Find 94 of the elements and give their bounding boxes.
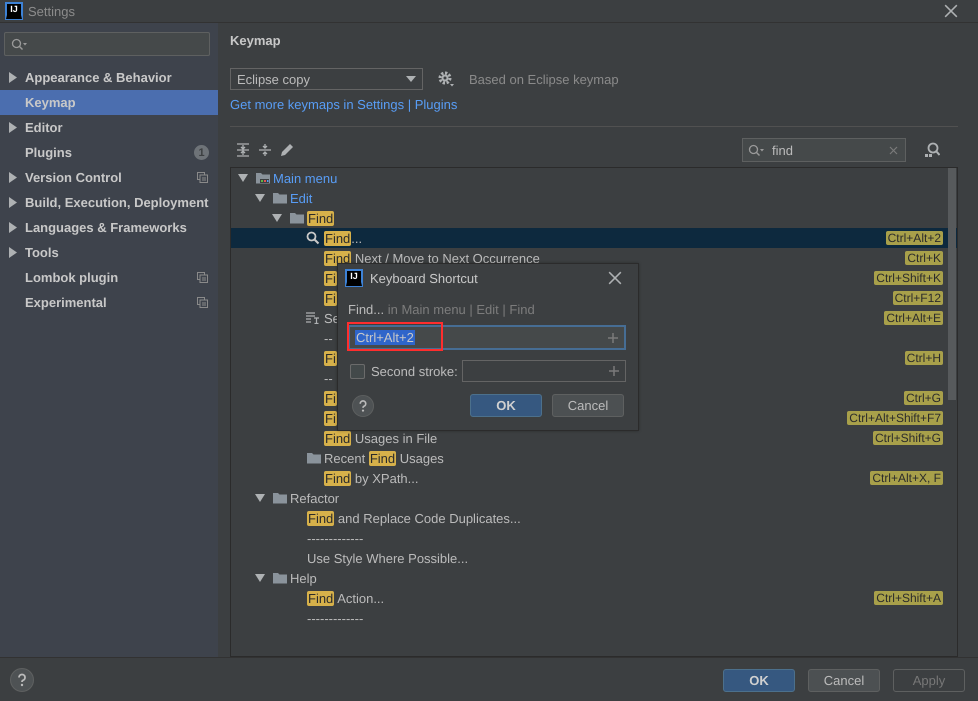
scrollbar[interactable] [948, 168, 956, 400]
cancel-button[interactable]: Cancel [552, 394, 624, 417]
plus-icon[interactable] [609, 366, 619, 376]
dialog-title: Keyboard Shortcut [370, 270, 478, 286]
sidebar-item[interactable]: Appearance & Behavior [0, 65, 218, 90]
sidebar-item[interactable]: Build, Execution, Deployment [0, 190, 218, 215]
action-label: Help [290, 570, 317, 586]
text-lines-icon [306, 312, 320, 324]
footer-button[interactable]: OK [723, 668, 795, 692]
app-logo: IJ [6, 3, 22, 19]
action-label: Find and Replace Code Duplicates... [307, 510, 521, 526]
checkbox-label: Second stroke: [371, 364, 458, 378]
plugins-link[interactable]: Get more keymaps in Settings | Plugins [230, 97, 458, 112]
shortcut-label: Ctrl+Shift+G [872, 431, 943, 445]
sidebar-item[interactable]: Tools [0, 240, 218, 265]
search-icon [11, 38, 27, 50]
expanded-arrow-icon[interactable] [255, 573, 265, 583]
window-title: Settings [28, 4, 75, 18]
action-label: ------------- [307, 530, 364, 546]
shortcut-label: Ctrl+Alt+E [884, 311, 943, 325]
shortcut-label: Ctrl+H [904, 351, 943, 365]
sidebar-item[interactable]: Lombok plugin [0, 265, 218, 290]
shortcut-label: Ctrl+F12 [892, 291, 943, 305]
find-shortcut-icon[interactable] [924, 142, 940, 158]
keymap-dropdown[interactable]: Eclipse copy [230, 68, 423, 90]
based-on-label: Based on Eclipse keymap [469, 72, 619, 86]
shortcut-label: Ctrl+Alt+Shift+F7 [847, 411, 943, 425]
checkbox[interactable] [350, 364, 365, 378]
folder-icon [289, 212, 305, 224]
action-label: Find Usages in File [324, 430, 438, 446]
footer-button[interactable]: Cancel [808, 668, 880, 692]
expanded-arrow-icon[interactable] [255, 193, 265, 203]
shortcut-label: Ctrl+G [904, 391, 943, 405]
dropdown-arrow-icon [406, 76, 416, 82]
folder-icon [272, 192, 288, 204]
action-label: Find... [324, 230, 362, 246]
action-label: Fi [324, 350, 337, 366]
menu-folder-icon [255, 172, 271, 184]
shortcut-label: Ctrl+Shift+K [874, 271, 943, 285]
expand-all-icon[interactable] [236, 143, 250, 157]
shortcut-label: Ctrl+Alt+2 [886, 231, 943, 245]
search-field[interactable]: find [742, 138, 906, 162]
action-label: Find by XPath... [324, 470, 418, 486]
shortcut-label: Ctrl+Shift+A [874, 591, 943, 605]
action-label: Refactor [290, 490, 340, 506]
ok-button[interactable]: OK [470, 394, 542, 417]
action-label: -- [324, 370, 333, 386]
collapsed-arrow-icon[interactable] [8, 122, 18, 133]
action-label: Fi [324, 410, 337, 426]
action-label: Edit [290, 190, 312, 206]
help-icon[interactable] [10, 668, 34, 692]
action-label: Fi [324, 390, 337, 406]
search-icon [748, 144, 764, 157]
shortcut-label: Ctrl+K [905, 251, 943, 265]
sidebar-item[interactable]: Editor [0, 115, 218, 140]
action-label: Find [307, 210, 334, 226]
expanded-arrow-icon[interactable] [238, 173, 248, 183]
action-label: ------------- [307, 610, 364, 626]
expanded-arrow-icon[interactable] [272, 213, 282, 223]
expanded-arrow-icon[interactable] [255, 493, 265, 503]
close-icon[interactable] [944, 4, 958, 18]
app-logo: IJ [346, 270, 362, 286]
collapsed-arrow-icon[interactable] [8, 197, 18, 208]
sidebar-item[interactable]: Languages & Frameworks [0, 215, 218, 240]
action-label: Use Style Where Possible... [307, 550, 468, 566]
collapsed-arrow-icon[interactable] [8, 247, 18, 258]
close-icon[interactable] [608, 271, 622, 285]
folder-icon [272, 572, 288, 584]
action-label: Fi [324, 270, 337, 286]
folder-icon [306, 452, 322, 464]
action-label: Fi [324, 290, 337, 306]
selected-row[interactable]: Find... Ctrl+Alt+2 [231, 228, 957, 248]
action-label: Recent Find Usages [324, 450, 444, 466]
second-stroke-field[interactable] [462, 360, 626, 382]
action-label: Main menu [273, 170, 338, 186]
collapsed-arrow-icon[interactable] [8, 172, 18, 183]
search-icon [306, 231, 320, 245]
sidebar-item[interactable]: Keymap [0, 90, 218, 115]
collapsed-arrow-icon[interactable] [8, 72, 18, 83]
sidebar-item[interactable]: Experimental [0, 290, 218, 315]
pencil-icon[interactable] [280, 143, 294, 157]
help-icon[interactable] [352, 394, 374, 416]
folder-icon [272, 492, 288, 504]
shortcut-field[interactable]: Ctrl+Alt+2 [348, 325, 626, 350]
action-label: -- [324, 330, 333, 346]
section-title: Keymap [230, 33, 281, 48]
action-path-label: Find... in Main menu | Edit | Find [347, 301, 536, 317]
collapse-all-icon[interactable] [258, 143, 272, 157]
shortcut-label: Ctrl+Alt+X, F [870, 471, 943, 485]
action-label: Find Action... [307, 590, 384, 606]
sidebar-item[interactable]: Version Control [0, 165, 218, 190]
gear-icon[interactable] [437, 70, 455, 88]
collapsed-arrow-icon[interactable] [8, 222, 18, 233]
search-field[interactable] [4, 32, 210, 56]
